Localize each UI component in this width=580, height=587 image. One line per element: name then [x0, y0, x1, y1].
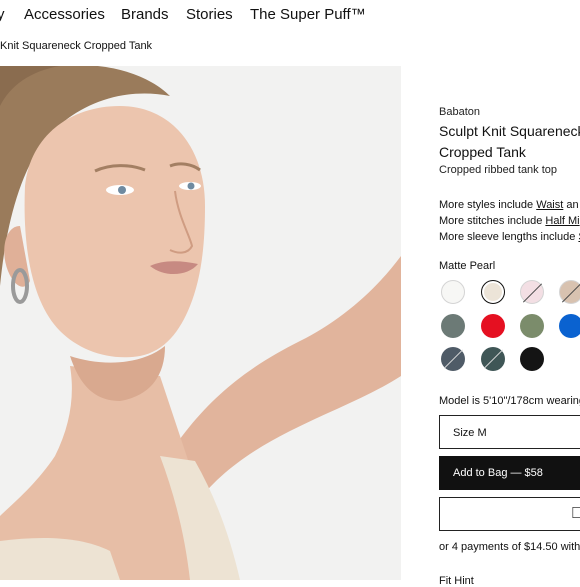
size-select[interactable]: Size M — [439, 415, 580, 449]
color-swatch-blue[interactable] — [559, 314, 580, 338]
fit-hint-label: Fit Hint — [439, 575, 474, 587]
color-swatch-black-stripe[interactable] — [520, 347, 544, 371]
color-swatch-olive[interactable] — [520, 314, 544, 338]
apple-icon:  — [571, 505, 580, 523]
more-styles-prefix: More styles include — [439, 199, 537, 211]
unavailable-slash-icon — [483, 349, 504, 369]
more-styles-link[interactable]: Waist — [536, 199, 563, 211]
more-styles-suffix: an — [563, 199, 579, 211]
nav-item-stories[interactable]: Stories — [186, 6, 233, 23]
more-stitches-link[interactable]: Half Mi — [545, 215, 579, 227]
color-swatch-white[interactable] — [441, 280, 465, 304]
color-swatch-tan[interactable] — [559, 280, 580, 304]
nav-item-brands[interactable]: Brands — [121, 6, 169, 23]
product-title: Sculpt Knit Squareneck Cropped Tank — [439, 123, 580, 160]
color-swatch-slate[interactable] — [441, 347, 465, 371]
more-sleeves-prefix: More sleeve lengths include — [439, 231, 579, 243]
nav-item-super-puff[interactable]: The Super Puff™ — [250, 6, 366, 23]
unavailable-slash-icon — [522, 283, 543, 303]
more-styles-line: More styles include Waist an — [439, 199, 579, 211]
add-to-bag-button[interactable]: Add to Bag — $58 — [439, 456, 580, 490]
product-image[interactable] — [0, 66, 401, 580]
apple-pay-button[interactable]:  — [439, 497, 580, 531]
breadcrumb: Knit Squareneck Cropped Tank — [0, 40, 152, 52]
nav-item-partial[interactable]: y — [0, 6, 5, 23]
color-swatch-sage-grey[interactable] — [441, 314, 465, 338]
top-nav: y Accessories Brands Stories The Super P… — [0, 0, 580, 34]
more-sleeves-line: More sleeve lengths include S — [439, 231, 580, 243]
more-stitches-prefix: More stitches include — [439, 215, 546, 227]
selected-color-name: Matte Pearl — [439, 260, 496, 272]
product-brand[interactable]: Babaton — [439, 106, 480, 118]
model-photo-illustration — [0, 66, 401, 580]
unavailable-slash-icon — [561, 283, 580, 303]
more-stitches-line: More stitches include Half Mi — [439, 215, 580, 227]
installments-text: or 4 payments of $14.50 with — [439, 541, 580, 553]
color-swatch-red[interactable] — [481, 314, 505, 338]
nav-item-accessories[interactable]: Accessories — [24, 6, 105, 23]
model-info: Model is 5'10"/178cm wearing — [439, 395, 580, 407]
color-swatch-dark-teal[interactable] — [481, 347, 505, 371]
breadcrumb-current[interactable]: Knit Squareneck Cropped Tank — [0, 40, 152, 52]
color-swatch-matte-pearl[interactable] — [481, 280, 505, 304]
add-to-bag-label: Add to Bag — $58 — [453, 467, 543, 479]
product-subtitle: Cropped ribbed tank top — [439, 164, 558, 176]
size-select-value: Size M — [453, 427, 487, 439]
color-swatch-pink[interactable] — [520, 280, 544, 304]
unavailable-slash-icon — [443, 349, 464, 369]
